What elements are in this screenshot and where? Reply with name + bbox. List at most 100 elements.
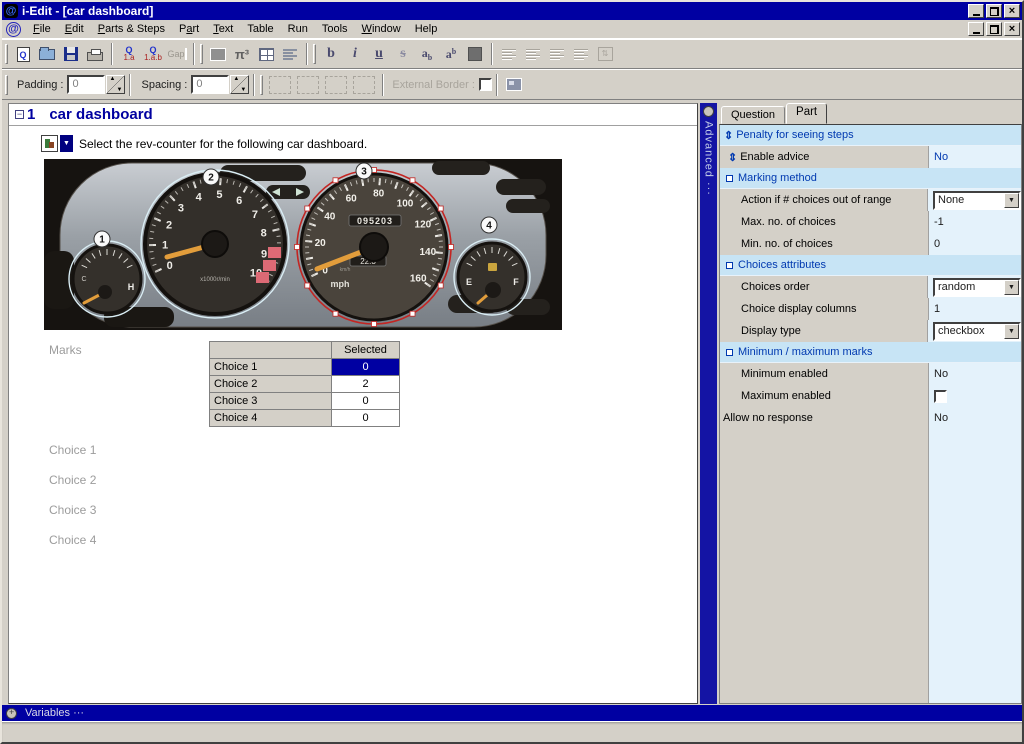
- property-value-max-no-of-choices[interactable]: -1: [929, 211, 1021, 233]
- choice-marker-4-label[interactable]: 4: [486, 221, 492, 232]
- dashboard-image[interactable]: 012345678910x1000r/min020406080100120140…: [44, 159, 562, 330]
- advanced-pin-icon[interactable]: [703, 106, 714, 117]
- insert-formula-button[interactable]: π³: [230, 43, 254, 66]
- choice-marker-3-label[interactable]: 3: [361, 167, 367, 178]
- chevron-down-icon[interactable]: ▼: [1004, 324, 1019, 339]
- question-type-dropdown[interactable]: ▼: [60, 135, 73, 152]
- padding-spinner[interactable]: [106, 75, 125, 94]
- close-button[interactable]: ×: [1004, 4, 1020, 18]
- menu-item-file[interactable]: File: [26, 21, 58, 37]
- table-properties-button[interactable]: [502, 73, 526, 96]
- insert-image-button[interactable]: [206, 43, 230, 66]
- preview-question-button[interactable]: Q: [11, 43, 35, 66]
- menu-item-table[interactable]: Table: [240, 21, 280, 37]
- border-preset-button[interactable]: [297, 76, 319, 94]
- marks-choice-label[interactable]: Choice 3: [210, 393, 332, 410]
- document-minimize-button[interactable]: [968, 22, 984, 36]
- property-value-action-if-choices-out-of-range[interactable]: None▼: [928, 189, 1021, 211]
- bold-button[interactable]: b: [319, 43, 343, 66]
- choice-marker-2-label[interactable]: 2: [208, 173, 214, 184]
- property-value-min-no-of-choices[interactable]: 0: [929, 233, 1021, 255]
- restore-button[interactable]: [986, 4, 1002, 18]
- category-box-icon[interactable]: [726, 175, 733, 182]
- toolbar-grip[interactable]: [5, 44, 8, 64]
- maximum-enabled-checkbox[interactable]: [934, 390, 947, 403]
- toolbar-grip[interactable]: [313, 44, 316, 64]
- marks-choice-label[interactable]: Choice 4: [210, 410, 332, 427]
- border-preset-button[interactable]: [269, 76, 291, 94]
- save-button[interactable]: [59, 43, 83, 66]
- border-preset-button[interactable]: [353, 76, 375, 94]
- menu-item-run[interactable]: Run: [281, 21, 315, 37]
- external-border-checkbox[interactable]: [479, 78, 492, 91]
- menu-item-tools[interactable]: Tools: [315, 21, 355, 37]
- choice-item-choice-1[interactable]: Choice 1: [49, 443, 697, 457]
- marks-choice-value[interactable]: 0: [332, 410, 400, 427]
- document-system-icon[interactable]: @: [6, 22, 21, 37]
- align-left-button[interactable]: [497, 43, 521, 66]
- choice-item-choice-3[interactable]: Choice 3: [49, 503, 697, 517]
- menu-item-window[interactable]: Window: [355, 21, 408, 37]
- open-button[interactable]: [35, 43, 59, 66]
- action-if-choices-out-of-range-dropdown[interactable]: None▼: [933, 191, 1021, 210]
- marks-choice-label[interactable]: Choice 2: [210, 376, 332, 393]
- menu-item-part[interactable]: Part: [172, 21, 206, 37]
- marks-choice-value[interactable]: 2: [332, 376, 400, 393]
- tab-question[interactable]: Question: [721, 106, 785, 124]
- menu-item-text[interactable]: Text: [206, 21, 240, 37]
- italic-button[interactable]: i: [343, 43, 367, 66]
- choice-item-choice-4[interactable]: Choice 4: [49, 533, 697, 547]
- category-minimum-maximum-marks[interactable]: Minimum / maximum marks: [720, 342, 1021, 363]
- justify-button[interactable]: [569, 43, 593, 66]
- property-value-minimum-enabled[interactable]: No: [929, 363, 1021, 385]
- menu-item-parts-steps[interactable]: Parts & Steps: [91, 21, 172, 37]
- category-penalty-for-seeing-steps[interactable]: ⇕Penalty for seeing steps: [720, 125, 1021, 146]
- property-value-choices-order[interactable]: random▼: [928, 276, 1021, 298]
- category-marking-method[interactable]: Marking method: [720, 168, 1021, 189]
- choices-order-dropdown[interactable]: random▼: [933, 278, 1021, 297]
- advanced-tab[interactable]: Advanced ···: [700, 103, 717, 704]
- spacing-spinner[interactable]: [230, 75, 249, 94]
- document-restore-button[interactable]: [986, 22, 1002, 36]
- property-value-display-type[interactable]: checkbox▼: [928, 320, 1021, 342]
- category-box-icon[interactable]: [726, 262, 733, 269]
- category-choices-attributes[interactable]: Choices attributes: [720, 255, 1021, 276]
- property-value-maximum-enabled[interactable]: [929, 385, 1021, 407]
- chevron-down-icon[interactable]: ▼: [1004, 193, 1019, 208]
- document-area[interactable]: − 1 car dashboard ▼ Select the rev-count…: [8, 103, 698, 704]
- underline-button[interactable]: u: [367, 43, 391, 66]
- chevron-down-icon[interactable]: ▼: [1004, 280, 1019, 295]
- padding-input[interactable]: 0: [67, 75, 105, 94]
- category-box-icon[interactable]: [726, 349, 733, 356]
- property-value-enable-advice[interactable]: No: [929, 146, 1021, 168]
- text-color-button[interactable]: [463, 43, 487, 66]
- toolbar-grip[interactable]: [5, 75, 8, 95]
- collapse-part-icon[interactable]: −: [15, 110, 24, 119]
- paragraph-button[interactable]: [278, 43, 302, 66]
- part-numbering-button[interactable]: Q1.a.b: [141, 43, 165, 66]
- property-value-allow-no-response[interactable]: No: [929, 407, 1021, 429]
- align-right-button[interactable]: [545, 43, 569, 66]
- document-close-button[interactable]: ×: [1004, 22, 1020, 36]
- question-image-button[interactable]: [41, 135, 58, 152]
- print-button[interactable]: [83, 43, 107, 66]
- property-value-choice-display-columns[interactable]: 1: [929, 298, 1021, 320]
- border-preset-button[interactable]: [325, 76, 347, 94]
- insert-table-button[interactable]: [254, 43, 278, 66]
- superscript-button[interactable]: ab: [439, 43, 463, 66]
- choice-item-choice-2[interactable]: Choice 2: [49, 473, 697, 487]
- variables-bar[interactable]: Variables ···: [2, 705, 1022, 721]
- menu-item-help[interactable]: Help: [408, 21, 445, 37]
- move-item-button[interactable]: ⇅: [593, 43, 617, 66]
- spacing-input[interactable]: 0: [191, 75, 229, 94]
- question-numbering-button[interactable]: Q1.a: [117, 43, 141, 66]
- align-center-button[interactable]: [521, 43, 545, 66]
- marks-choice-value[interactable]: 0: [332, 393, 400, 410]
- marks-choice-value[interactable]: 0: [332, 359, 400, 376]
- toolbar-grip[interactable]: [200, 44, 203, 64]
- subscript-button[interactable]: ab: [415, 43, 439, 66]
- marks-choice-label[interactable]: Choice 1: [210, 359, 332, 376]
- minimize-button[interactable]: [968, 4, 984, 18]
- choice-marker-1-label[interactable]: 1: [99, 235, 105, 246]
- toolbar-grip[interactable]: [260, 75, 263, 95]
